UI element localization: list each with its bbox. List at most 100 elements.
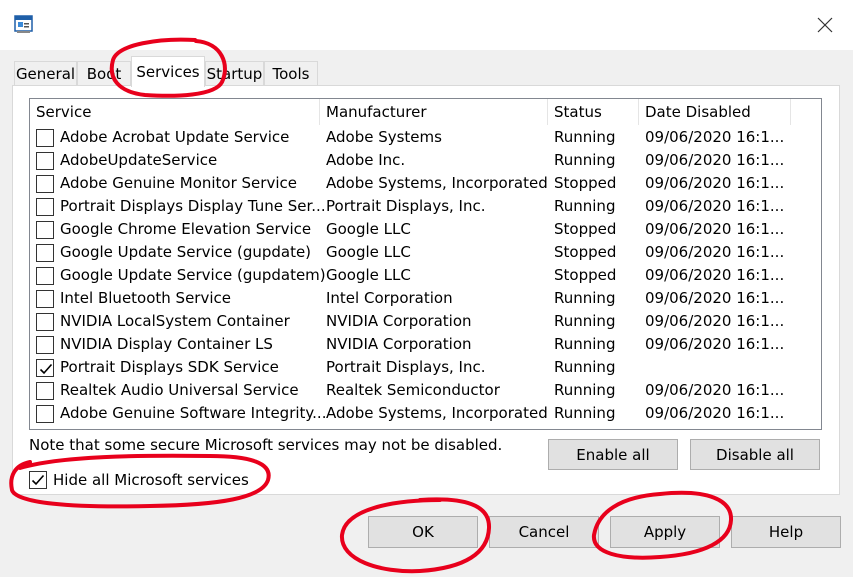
table-row[interactable]: Google Update Service (gupdatem) Google L… <box>30 264 821 287</box>
close-button[interactable] <box>797 0 853 50</box>
status-cell: Running <box>554 197 616 215</box>
status-cell: Running <box>554 128 616 146</box>
hide-microsoft-services[interactable]: Hide all Microsoft services <box>29 470 249 490</box>
manufacturer-cell: Adobe Systems, Incorporated <box>326 404 548 422</box>
status-cell: Stopped <box>554 243 617 261</box>
help-button[interactable]: Help <box>731 516 841 548</box>
date-disabled-cell: 09/06/2020 16:1... <box>645 312 785 330</box>
table-row[interactable]: Portrait Displays SDK Service Portrait Di… <box>30 356 821 379</box>
column-header-manufacturer[interactable]: Manufacturer <box>320 99 548 125</box>
service-checkbox[interactable] <box>36 267 54 285</box>
tab-startup[interactable]: Startup <box>205 61 264 86</box>
date-disabled-cell: 09/06/2020 16:1... <box>645 128 785 146</box>
status-cell: Running <box>554 151 616 169</box>
table-row[interactable]: Adobe Genuine Monitor Service Adobe Syste… <box>30 172 821 195</box>
service-name: Realtek Audio Universal Service <box>60 381 299 399</box>
disable-all-button[interactable]: Disable all <box>690 439 820 470</box>
status-cell: Running <box>554 335 616 353</box>
table-row[interactable]: NVIDIA LocalSystem Container NVIDIA Corpo… <box>30 310 821 333</box>
service-name: Google Update Service (gupdate) <box>60 243 312 261</box>
service-name: Adobe Genuine Software Integrity... <box>60 404 327 422</box>
manufacturer-cell: Intel Corporation <box>326 289 453 307</box>
service-name: Intel Bluetooth Service <box>60 289 231 307</box>
manufacturer-cell: Adobe Systems, Incorporated <box>326 174 548 192</box>
service-name: Adobe Genuine Monitor Service <box>60 174 297 192</box>
status-cell: Running <box>554 381 616 399</box>
manufacturer-cell: Realtek Semiconductor <box>326 381 500 399</box>
date-disabled-cell: 09/06/2020 16:1... <box>645 243 785 261</box>
apply-button[interactable]: Apply <box>610 516 720 548</box>
table-row[interactable]: Google Chrome Elevation Service Google LL… <box>30 218 821 241</box>
date-disabled-cell: 09/06/2020 16:1... <box>645 404 785 422</box>
manufacturer-cell: Google LLC <box>326 266 411 284</box>
list-rows: Adobe Acrobat Update Service Adobe System… <box>30 126 821 425</box>
service-name: Adobe Acrobat Update Service <box>60 128 290 146</box>
date-disabled-cell: 09/06/2020 16:1... <box>645 289 785 307</box>
tab-general[interactable]: General <box>14 61 77 86</box>
checkmark-icon <box>31 474 45 486</box>
date-disabled-cell: 09/06/2020 16:1... <box>645 220 785 238</box>
service-checkbox[interactable] <box>36 359 54 377</box>
hide-microsoft-services-checkbox[interactable] <box>29 471 47 489</box>
manufacturer-cell: Adobe Systems <box>326 128 442 146</box>
status-cell: Stopped <box>554 174 617 192</box>
checkmark-icon <box>39 363 53 375</box>
service-checkbox[interactable] <box>36 175 54 193</box>
table-row[interactable]: AdobeUpdateService Adobe Inc. Running 09/06… <box>30 149 821 172</box>
status-cell: Running <box>554 358 616 376</box>
tab-boot[interactable]: Boot <box>77 61 131 86</box>
service-name: NVIDIA Display Container LS <box>60 335 273 353</box>
service-checkbox[interactable] <box>36 221 54 239</box>
status-cell: Running <box>554 404 616 422</box>
column-header-status[interactable]: Status <box>548 99 639 125</box>
manufacturer-cell: NVIDIA Corporation <box>326 312 472 330</box>
status-cell: Running <box>554 312 616 330</box>
enable-all-button[interactable]: Enable all <box>548 439 678 470</box>
title-bar <box>0 0 853 50</box>
table-row[interactable]: Intel Bluetooth Service Intel Corporation… <box>30 287 821 310</box>
hide-microsoft-services-label: Hide all Microsoft services <box>53 471 249 489</box>
table-row[interactable]: Adobe Genuine Software Integrity... Adobe… <box>30 402 821 425</box>
date-disabled-cell: 09/06/2020 16:1... <box>645 174 785 192</box>
ok-button[interactable]: OK <box>368 516 478 548</box>
table-row[interactable]: Portrait Displays Display Tune Ser... Por… <box>30 195 821 218</box>
column-header-service[interactable]: Service <box>30 99 320 125</box>
date-disabled-cell: 09/06/2020 16:1... <box>645 381 785 399</box>
date-disabled-cell: 09/06/2020 16:1... <box>645 266 785 284</box>
service-name: AdobeUpdateService <box>60 151 218 169</box>
table-row[interactable]: NVIDIA Display Container LS NVIDIA Corpor… <box>30 333 821 356</box>
status-cell: Stopped <box>554 220 617 238</box>
msconfig-icon <box>13 13 35 35</box>
column-header-date-disabled[interactable]: Date Disabled <box>639 99 791 125</box>
manufacturer-cell: Google LLC <box>326 243 411 261</box>
service-name: NVIDIA LocalSystem Container <box>60 312 290 330</box>
note-text: Note that some secure Microsoft services… <box>29 436 503 454</box>
service-checkbox[interactable] <box>36 290 54 308</box>
tab-strip: General Boot Services Startup Tools <box>0 50 853 87</box>
service-checkbox[interactable] <box>36 129 54 147</box>
service-name: Google Chrome Elevation Service <box>60 220 312 238</box>
service-checkbox[interactable] <box>36 336 54 354</box>
services-list[interactable]: Service Manufacturer Status Date Disable… <box>29 98 822 430</box>
tab-tools[interactable]: Tools <box>264 61 318 86</box>
service-checkbox[interactable] <box>36 313 54 331</box>
manufacturer-cell: Google LLC <box>326 220 411 238</box>
status-cell: Running <box>554 289 616 307</box>
manufacturer-cell: Portrait Displays, Inc. <box>326 358 486 376</box>
close-icon <box>817 17 833 33</box>
table-row[interactable]: Adobe Acrobat Update Service Adobe System… <box>30 126 821 149</box>
table-row[interactable]: Realtek Audio Universal Service Realtek S… <box>30 379 821 402</box>
service-name: Portrait Displays SDK Service <box>60 358 279 376</box>
service-checkbox[interactable] <box>36 198 54 216</box>
date-disabled-cell: 09/06/2020 16:1... <box>645 335 785 353</box>
service-name: Portrait Displays Display Tune Ser... <box>60 197 326 215</box>
service-checkbox[interactable] <box>36 382 54 400</box>
service-checkbox[interactable] <box>36 244 54 262</box>
service-checkbox[interactable] <box>36 152 54 170</box>
manufacturer-cell: Portrait Displays, Inc. <box>326 197 486 215</box>
service-checkbox[interactable] <box>36 405 54 423</box>
table-row[interactable]: Google Update Service (gupdate) Google LL… <box>30 241 821 264</box>
cancel-button[interactable]: Cancel <box>489 516 599 548</box>
service-name: Google Update Service (gupdatem) <box>60 266 326 284</box>
tab-services[interactable]: Services <box>131 56 205 87</box>
